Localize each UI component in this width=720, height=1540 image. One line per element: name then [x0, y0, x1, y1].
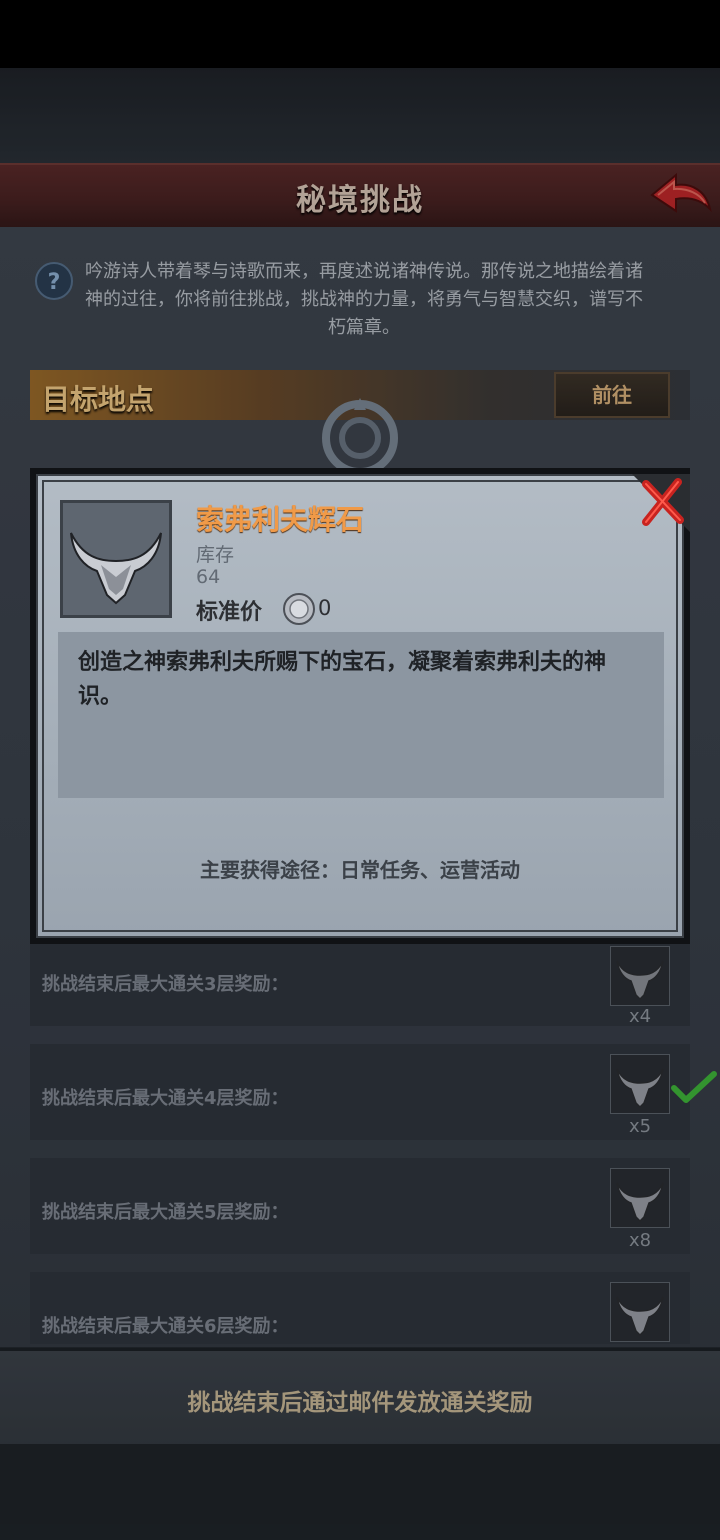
bull-horn-gem-icon — [70, 532, 162, 605]
item-description: 创造之神索弗利夫所赐下的宝石，凝聚着索弗利夫的神识。 — [78, 650, 607, 709]
close-button[interactable] — [632, 474, 690, 532]
item-icon-frame — [60, 500, 172, 618]
stock-label: 库存 — [196, 544, 235, 566]
item-detail-modal: 索弗利夫辉石 库存 64 标准价 0 创造之神索弗利夫所赐下的宝石，凝聚着索弗利… — [30, 468, 690, 944]
close-icon — [632, 474, 690, 532]
acquisition-source: 主要获得途径：日常任务、运营活动 — [200, 858, 520, 882]
silver-coin-icon — [282, 592, 316, 626]
price-value: 0 — [318, 596, 332, 620]
status-bar — [0, 0, 720, 68]
price-label: 标准价 — [196, 600, 263, 625]
stock-value: 64 — [196, 566, 221, 588]
description-box: 创造之神索弗利夫所赐下的宝石，凝聚着索弗利夫的神识。 — [58, 632, 664, 798]
item-name: 索弗利夫辉石 — [196, 503, 365, 536]
